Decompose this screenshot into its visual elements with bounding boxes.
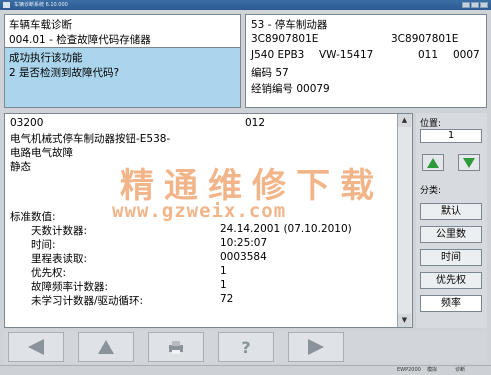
forward-button[interactable] bbox=[288, 332, 344, 362]
move-down-button[interactable] bbox=[458, 154, 480, 171]
window-titlebar: 车辆诊断系统 6.10.000 bbox=[0, 0, 491, 10]
close-button[interactable] bbox=[480, 2, 488, 8]
arrow-right-icon bbox=[308, 339, 324, 355]
env-label-time: 时间: bbox=[31, 239, 56, 251]
env-value-frequency: 1 bbox=[220, 279, 227, 291]
sort-frequency-button[interactable]: 频率 bbox=[420, 295, 482, 312]
version-code-2: 0007 bbox=[453, 49, 480, 61]
bottom-toolbar: ? bbox=[4, 331, 487, 363]
env-label-unlearn: 未学习计数器/驱动循环: bbox=[31, 295, 144, 307]
env-label-priority: 优先权: bbox=[31, 267, 67, 279]
position-value: 1 bbox=[420, 129, 482, 143]
scroll-up-icon[interactable]: ▲ bbox=[398, 114, 411, 127]
fault-status: 静态 bbox=[10, 161, 31, 173]
function-title: 车辆车载诊断 bbox=[9, 19, 72, 31]
arrow-up-icon bbox=[98, 340, 114, 354]
function-panel: 车辆车载诊断 004.01 - 检查故障代码存储器 成功执行该功能 2 是否检测… bbox=[4, 14, 241, 108]
env-value-odometer: 0003584 bbox=[220, 251, 267, 263]
svg-text:?: ? bbox=[241, 339, 250, 355]
move-up-button[interactable] bbox=[422, 154, 444, 171]
arrow-down-icon bbox=[463, 158, 475, 168]
env-heading: 标准数值: bbox=[10, 211, 56, 223]
fault-description-1: 电气机械式停车制动器按钮-E538- bbox=[10, 133, 171, 145]
part-number-right: 3C8907801E bbox=[391, 33, 459, 45]
env-value-unlearn: 72 bbox=[220, 293, 234, 305]
printer-icon bbox=[169, 341, 183, 354]
window-title: 车辆诊断系统 6.10.000 bbox=[14, 2, 68, 8]
control-unit-panel: 53 - 停车制动器 3C8907801E 3C8907801E J540 EP… bbox=[245, 14, 487, 108]
coding-value: 编码 57 bbox=[251, 67, 289, 79]
part-number-left: 3C8907801E bbox=[251, 33, 319, 45]
env-value-days: 24.14.2001 (07.10.2010) bbox=[220, 223, 352, 235]
arrow-left-icon bbox=[28, 339, 44, 355]
position-label: 位置: bbox=[420, 119, 442, 129]
message-line-2: 2 是否检测到故障代码? bbox=[9, 67, 120, 79]
vertical-scrollbar[interactable]: ▲ ▼ bbox=[397, 114, 412, 327]
env-label-days: 天数计数器: bbox=[31, 225, 88, 237]
app-icon bbox=[3, 2, 10, 8]
fault-code: 03200 bbox=[10, 117, 44, 129]
system-name: 53 - 停车制动器 bbox=[251, 19, 328, 31]
function-step: 004.01 - 检查故障代码存储器 bbox=[9, 34, 151, 46]
version-code-1: 011 bbox=[418, 49, 439, 61]
arrow-up-icon bbox=[427, 158, 439, 168]
fault-subcode: 012 bbox=[245, 117, 266, 129]
env-value-time: 10:25:07 bbox=[220, 237, 268, 249]
component-name: J540 EPB3 bbox=[251, 49, 305, 61]
fault-list-panel[interactable]: 03200 012 电气机械式停车制动器按钮-E538- 电路电气故障 静态 标… bbox=[4, 113, 413, 328]
minimize-button[interactable] bbox=[462, 2, 470, 8]
env-label-frequency: 故障频率计数器: bbox=[31, 281, 109, 293]
sort-mileage-button[interactable]: 公里数 bbox=[420, 226, 482, 243]
env-label-odometer: 里程表读取: bbox=[31, 253, 88, 265]
category-label: 分类: bbox=[420, 186, 442, 196]
env-value-priority: 1 bbox=[220, 265, 227, 277]
sort-time-button[interactable]: 时间 bbox=[420, 249, 482, 266]
sort-default-button[interactable]: 默认 bbox=[420, 203, 482, 220]
dealer-number: 经销编号 00079 bbox=[251, 83, 330, 95]
scroll-down-icon[interactable]: ▼ bbox=[398, 314, 411, 327]
help-button[interactable]: ? bbox=[218, 332, 274, 362]
print-button[interactable] bbox=[148, 332, 204, 362]
message-line-1: 成功执行该功能 bbox=[9, 52, 83, 64]
back-button[interactable] bbox=[8, 332, 64, 362]
fault-description-2: 电路电气故障 bbox=[10, 147, 73, 159]
help-icon: ? bbox=[241, 339, 250, 355]
maximize-button[interactable] bbox=[471, 2, 479, 8]
sort-priority-button[interactable]: 优先权 bbox=[420, 272, 482, 289]
software-version: VW-15417 bbox=[319, 49, 374, 61]
sort-side-panel: 位置: 1 分类: 默认 公里数 时间 优先权 频率 bbox=[416, 113, 487, 328]
up-button[interactable] bbox=[78, 332, 134, 362]
